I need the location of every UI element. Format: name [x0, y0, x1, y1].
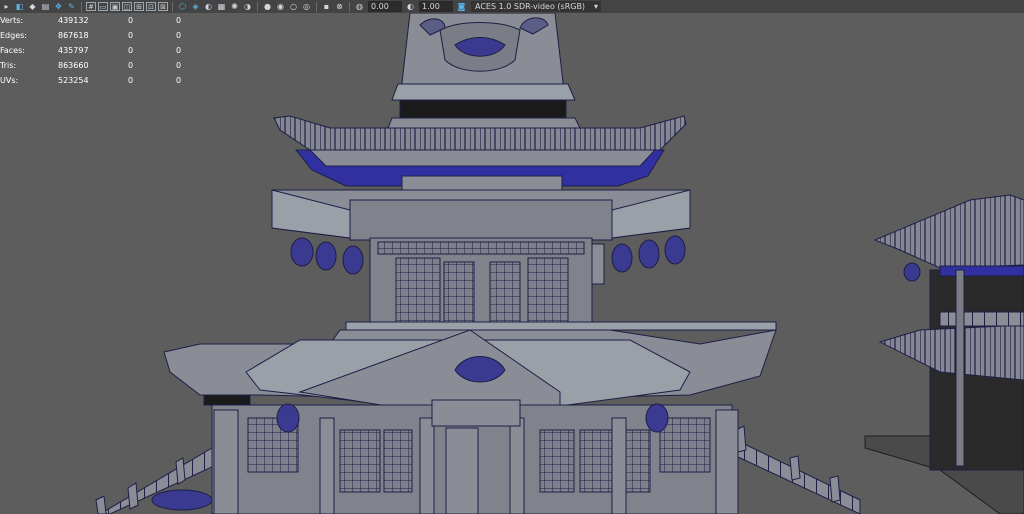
hud-row-edges: Edges: 867618 0 0 — [0, 28, 200, 43]
viewport-3d[interactable] — [0, 13, 1024, 514]
hud-value: 0 — [128, 61, 134, 70]
hud-value: 439132 — [58, 16, 89, 25]
use-all-lights-icon[interactable]: ✺ — [229, 2, 240, 12]
textured-icon[interactable]: ▦ — [216, 2, 227, 12]
xray-icon[interactable]: ⊗ — [334, 2, 345, 12]
gamma-field[interactable]: 1.00 — [419, 1, 453, 12]
2d-pan-icon[interactable]: ✥ — [53, 2, 64, 12]
toolbar-divider — [257, 1, 258, 12]
depth-of-field-icon[interactable]: ◎ — [301, 2, 312, 12]
left-railing — [95, 447, 215, 514]
hud-value: 0 — [128, 46, 134, 55]
hud-value: 523254 — [58, 76, 89, 85]
safe-action-icon[interactable]: ⊡ — [146, 2, 156, 11]
middle-eave — [271, 189, 691, 241]
hud-value: 0 — [128, 76, 134, 85]
toolbar-divider — [349, 1, 350, 12]
hud-row-verts: Verts: 439132 0 0 — [0, 13, 200, 28]
hud-label: Verts: — [0, 16, 24, 25]
hud-value: 0 — [176, 76, 182, 85]
color-space-dropdown[interactable]: ACES 1.0 SDR-video (sRGB) ▾ — [471, 1, 601, 12]
hud-value: 0 — [128, 31, 134, 40]
shadows-icon[interactable]: ◑ — [242, 2, 253, 12]
hud-value: 435797 — [58, 46, 89, 55]
hud-label: Faces: — [0, 46, 25, 55]
bookmark-icon[interactable]: ◆ — [27, 2, 38, 12]
hud-row-uvs: UVs: 523254 0 0 — [0, 73, 200, 88]
hud-value: 0 — [176, 31, 182, 40]
field-chart-icon[interactable]: ⊞ — [134, 2, 144, 11]
upper-eave-roof — [273, 115, 687, 195]
hud-value: 0 — [128, 16, 134, 25]
toolbar-divider — [81, 1, 82, 12]
smooth-shade-icon[interactable]: ◈ — [190, 2, 201, 12]
color-management-icon[interactable]: ◙ — [456, 2, 467, 12]
camera-attributes-icon[interactable]: ◧ — [14, 2, 25, 12]
toolbar-divider — [316, 1, 317, 12]
resolution-gate-icon[interactable]: ▣ — [110, 2, 120, 11]
hud-value: 863660 — [58, 61, 89, 70]
exposure-field[interactable]: 0.00 — [368, 1, 402, 12]
motion-blur-icon[interactable]: ◉ — [275, 2, 286, 12]
film-gate-icon[interactable]: ▭ — [98, 2, 108, 11]
chevron-down-icon: ▾ — [593, 2, 598, 11]
gate-mask-icon[interactable]: ◫ — [122, 2, 132, 11]
hud-value: 0 — [176, 16, 182, 25]
hud-label: UVs: — [0, 76, 19, 85]
wireframe-icon[interactable]: ⬡ — [177, 2, 188, 12]
hud-row-faces: Faces: 435797 0 0 — [0, 43, 200, 58]
pagoda-spire — [387, 13, 581, 129]
side-pavilion — [864, 194, 1024, 514]
color-space-label: ACES 1.0 SDR-video (sRGB) — [475, 2, 586, 11]
right-railing — [735, 425, 861, 514]
isolate-select-icon[interactable]: ▪ — [321, 2, 332, 12]
exposure-icon[interactable]: ◍ — [354, 2, 365, 12]
viewport-toolbar: ▸ ◧ ◆ ▤ ✥ ✎ # ▭ ▣ ◫ ⊞ ⊡ ⊠ ⬡ ◈ ◐ ▦ ✺ ◑ ● … — [0, 0, 1024, 13]
toolbar-divider — [172, 1, 173, 12]
hud-row-tris: Tris: 863660 0 0 — [0, 58, 200, 73]
anti-alias-icon[interactable]: ○ — [288, 2, 299, 12]
select-camera-icon[interactable]: ▸ — [1, 2, 12, 12]
safe-title-icon[interactable]: ⊠ — [158, 2, 168, 11]
hud-value: 0 — [176, 46, 182, 55]
poly-count-hud: Verts: 439132 0 0 Edges: 867618 0 0 Face… — [0, 13, 200, 88]
screen-space-ao-icon[interactable]: ● — [262, 2, 273, 12]
hud-label: Tris: — [0, 61, 17, 70]
grid-icon[interactable]: # — [86, 2, 96, 11]
upper-floor-wall — [369, 237, 605, 327]
gamma-icon[interactable]: ◐ — [405, 2, 416, 12]
grease-pencil-icon[interactable]: ✎ — [66, 2, 77, 12]
image-plane-icon[interactable]: ▤ — [40, 2, 51, 12]
hud-value: 0 — [176, 61, 182, 70]
default-material-icon[interactable]: ◐ — [203, 2, 214, 12]
hud-value: 867618 — [58, 31, 89, 40]
hud-label: Edges: — [0, 31, 27, 40]
lower-roof — [163, 321, 777, 409]
